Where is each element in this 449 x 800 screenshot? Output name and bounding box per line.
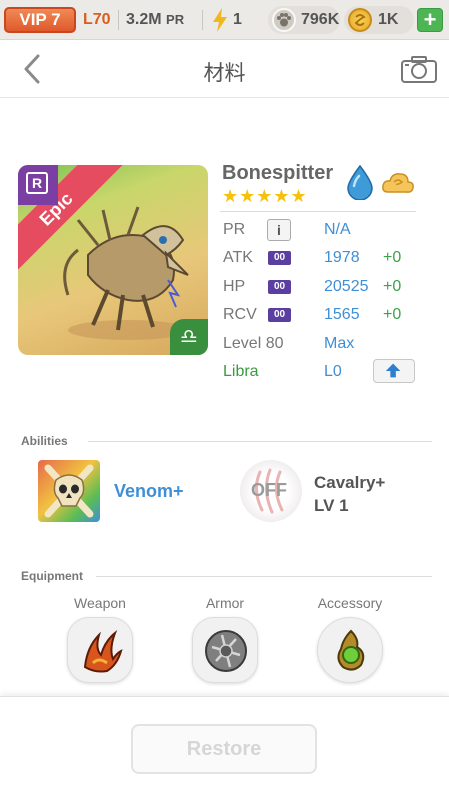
power-rating: 3.2M PR xyxy=(126,10,184,30)
sign-upgrade-button[interactable] xyxy=(373,359,415,383)
weapon-label: Weapon xyxy=(74,595,126,611)
equipment-section-title: Equipment xyxy=(21,569,83,583)
energy-bolt-icon xyxy=(213,8,227,32)
rarity-letter: R xyxy=(26,172,48,194)
rcv-value: 1565 xyxy=(324,306,360,323)
divider xyxy=(96,576,432,577)
status-bar: VIP 7 L70 3.2M PR 1 796K 1K + xyxy=(0,0,449,40)
atk-bonus: +0 xyxy=(383,249,402,266)
venom-ability-icon[interactable] xyxy=(38,460,100,522)
camera-icon[interactable] xyxy=(400,54,438,84)
accessory-label: Accessory xyxy=(317,595,383,611)
level-label: Level 80 xyxy=(223,335,284,352)
sign-label: Libra xyxy=(223,363,259,380)
rcv-label: RCV xyxy=(223,306,257,323)
pr-label: PR xyxy=(223,221,246,238)
divider xyxy=(202,10,203,30)
add-currency-button[interactable]: + xyxy=(417,8,443,32)
gold-coin-icon xyxy=(348,8,372,32)
rcv-upgrade-badge: 00 xyxy=(268,308,291,322)
paw-currency-amount: 796K xyxy=(301,11,340,28)
sign-level-value: L0 xyxy=(324,363,342,380)
page-header: 材料 xyxy=(0,40,449,98)
ring-accessory-icon xyxy=(337,629,365,671)
armor-slot[interactable] xyxy=(192,617,258,683)
star-rating: ★★★★★ xyxy=(222,186,308,206)
hp-bonus: +0 xyxy=(383,278,402,295)
info-icon[interactable]: i xyxy=(267,219,291,241)
paw-icon xyxy=(272,8,296,32)
libra-sign-icon: ♎ xyxy=(170,319,208,355)
divider xyxy=(118,10,119,30)
cloud-icon xyxy=(382,173,414,193)
accessory-slot[interactable] xyxy=(317,617,383,683)
divider xyxy=(220,211,416,212)
rarity-badge: R xyxy=(18,165,58,205)
power-value: 3.2M xyxy=(126,11,162,28)
player-level: L70 xyxy=(83,11,111,28)
venom-ability-label: Venom+ xyxy=(114,481,184,501)
gold-currency-amount: 1K xyxy=(378,11,399,28)
vip-badge[interactable]: VIP 7 xyxy=(4,7,76,33)
hp-value: 20525 xyxy=(324,278,369,295)
level-value: Max xyxy=(324,335,355,352)
atk-upgrade-badge: 00 xyxy=(268,251,291,265)
water-drop-icon xyxy=(347,164,373,200)
ability-off-state: OFF xyxy=(251,480,287,500)
abilities-section-title: Abilities xyxy=(21,434,68,448)
atk-label: ATK xyxy=(223,249,253,266)
atk-value: 1978 xyxy=(324,249,360,266)
arrow-up-icon xyxy=(385,363,401,378)
hp-upgrade-badge: 00 xyxy=(268,280,291,294)
hero-portrait-card[interactable]: Epic R ♎ xyxy=(18,165,208,355)
armor-shield-icon xyxy=(205,630,247,672)
armor-label: Armor xyxy=(205,595,245,611)
energy-count: 1 xyxy=(233,11,242,28)
power-unit: PR xyxy=(166,12,185,27)
page-title: 材料 xyxy=(203,62,246,85)
hero-name: Bonespitter xyxy=(222,162,334,184)
pr-value: N/A xyxy=(324,221,351,238)
claw-weapon-icon xyxy=(83,629,123,673)
restore-button[interactable]: Restore xyxy=(131,724,317,774)
rcv-bonus: +0 xyxy=(383,306,402,323)
weapon-slot[interactable] xyxy=(67,617,133,683)
cavalry-ability-level: LV 1 xyxy=(314,496,349,515)
cavalry-ability-name: Cavalry+ xyxy=(314,473,386,492)
divider xyxy=(88,441,432,442)
cavalry-ability-label: Cavalry+ LV 1 xyxy=(314,471,385,517)
hp-label: HP xyxy=(223,278,246,295)
